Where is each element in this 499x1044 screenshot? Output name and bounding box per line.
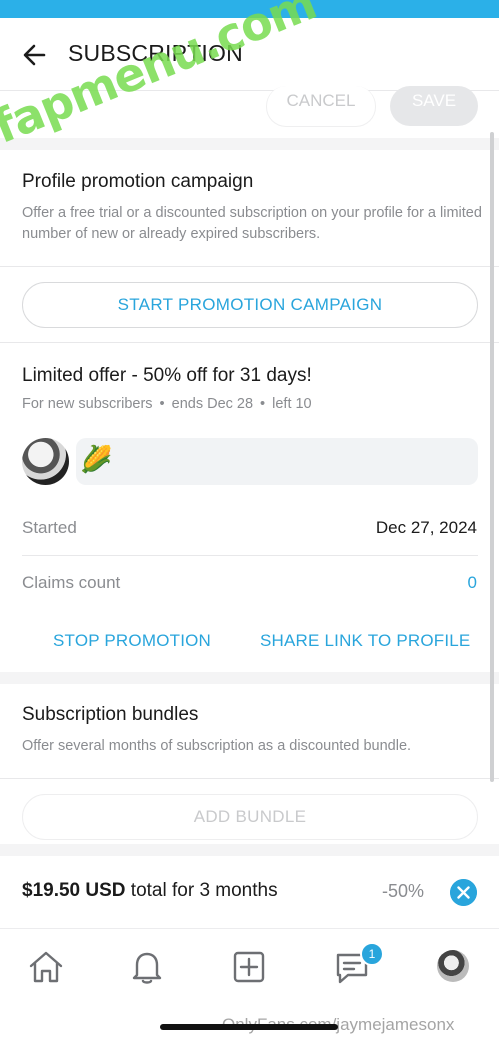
offer-ends: ends Dec 28	[171, 396, 254, 412]
section-divider	[0, 672, 499, 684]
claims-label: Claims count	[22, 573, 121, 592]
promotion-description: Offer a free trial or a discounted subsc…	[22, 205, 482, 242]
section-divider	[0, 138, 499, 150]
add-bundle-button[interactable]: ADD BUNDLE	[22, 794, 478, 840]
cancel-button[interactable]: CANCEL	[266, 86, 376, 127]
scrollbar[interactable]	[490, 132, 494, 782]
started-label: Started	[22, 518, 77, 537]
save-button[interactable]: SAVE	[390, 86, 478, 126]
divider	[0, 266, 499, 267]
stop-promotion-button[interactable]: STOP PROMOTION	[53, 631, 211, 651]
add-post-icon[interactable]	[229, 947, 269, 987]
bundles-title: Subscription bundles	[22, 704, 199, 725]
bundle-summary: $19.50 USD total for 3 months	[22, 880, 278, 902]
share-link-button[interactable]: SHARE LINK TO PROFILE	[260, 631, 470, 651]
offer-title: Limited offer - 50% off for 31 days!	[22, 365, 312, 386]
bundle-duration: total for 3 months	[125, 880, 278, 901]
profile-avatar[interactable]	[437, 950, 469, 982]
offer-preview: 🌽	[22, 438, 478, 486]
promotion-title: Profile promotion campaign	[22, 171, 254, 192]
bundle-discount: -50%	[382, 881, 425, 901]
offer-left: left 10	[272, 396, 312, 412]
back-arrow-icon[interactable]	[20, 40, 50, 70]
started-value: Dec 27, 2024	[375, 518, 477, 537]
offer-meta: For new subscribers • ends Dec 28 • left 10	[22, 396, 312, 412]
messages-badge: 1	[360, 942, 384, 966]
home-indicator[interactable]	[160, 1024, 338, 1030]
notifications-bell-icon[interactable]	[127, 947, 167, 987]
corn-emoji: 🌽	[80, 444, 113, 474]
avatar[interactable]	[22, 438, 69, 485]
remove-bundle-icon[interactable]	[450, 879, 477, 906]
divider	[0, 778, 499, 779]
section-divider	[0, 844, 499, 856]
home-icon[interactable]	[26, 947, 66, 987]
offer-audience: For new subscribers	[22, 396, 153, 412]
bundle-item: $19.50 USD total for 3 months -50%	[0, 856, 499, 928]
start-promotion-button[interactable]: START PROMOTION CAMPAIGN	[22, 282, 478, 328]
offer-message-chip: 🌽	[76, 438, 478, 485]
bundle-price: $19.50 USD	[22, 880, 126, 901]
claims-value: 0	[467, 573, 477, 592]
divider	[22, 555, 478, 556]
bundles-description: Offer several months of subscription as …	[22, 738, 412, 754]
divider	[0, 342, 499, 343]
